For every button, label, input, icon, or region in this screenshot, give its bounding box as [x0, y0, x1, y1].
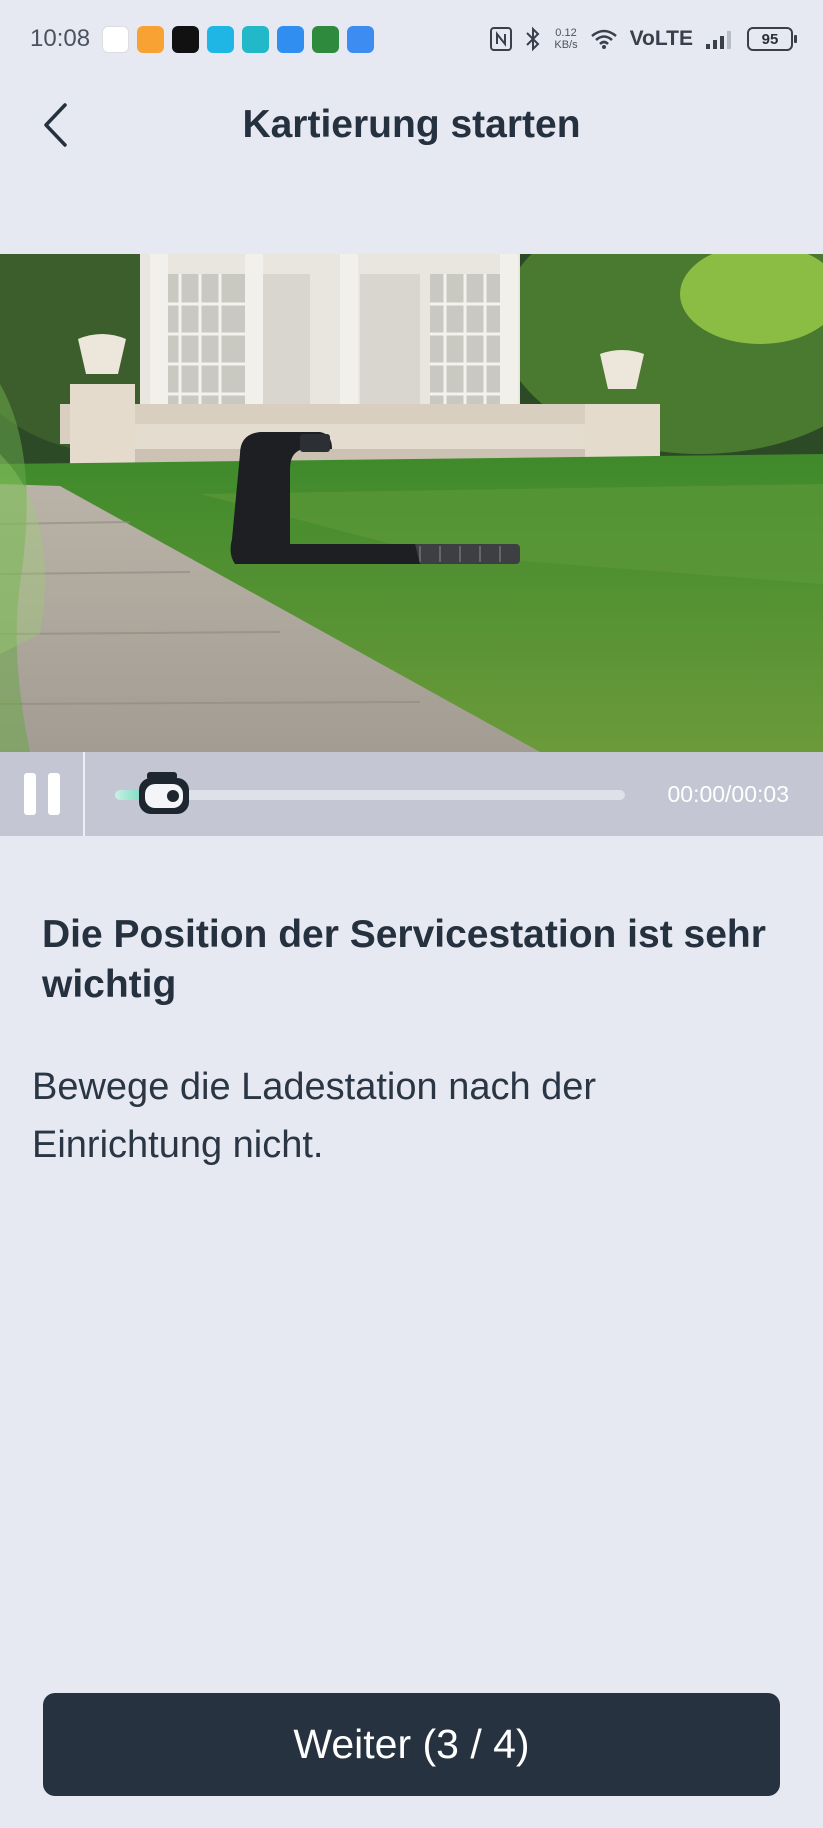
app-icon [277, 25, 305, 53]
network-type: VoLTE [629, 27, 693, 50]
next-button[interactable]: Weiter (3 / 4) [43, 1693, 780, 1796]
pause-icon [47, 773, 60, 815]
app-icon [137, 25, 165, 53]
signal-icon [706, 31, 731, 49]
pause-button[interactable] [0, 752, 85, 836]
app-icon [207, 25, 235, 53]
page-title: Kartierung starten [242, 103, 581, 146]
mower-thumb-icon[interactable] [137, 770, 191, 818]
battery-level: 95 [761, 30, 779, 48]
chevron-left-icon [44, 103, 67, 147]
info-description: Bewege die Ladestation nach der Einricht… [32, 1066, 597, 1166]
video-controls: 00:00/00:03 [0, 752, 823, 836]
app-icon [172, 25, 200, 53]
nfc-icon [490, 27, 513, 51]
net-speed: 0.12 KB/s [554, 27, 577, 51]
notification-icons [102, 25, 375, 53]
app-icon [347, 25, 375, 53]
app-icon [312, 25, 340, 53]
app-icon [242, 25, 270, 53]
video-player[interactable] [0, 254, 823, 752]
bluetooth-icon [526, 26, 540, 52]
status-indicators: 0.12 KB/s VoLTE 95 [490, 26, 797, 52]
status-bar: 10:08 0.12 KB/s VoLTE 95 [0, 0, 823, 78]
status-time: 10:08 [30, 25, 91, 52]
wifi-icon [590, 29, 617, 49]
pause-icon [23, 773, 36, 815]
net-speed-value: 0.12 [555, 27, 577, 39]
app-icon [102, 25, 130, 53]
info-title: Die Position der Servicestation ist sehr… [42, 913, 766, 1006]
net-speed-unit: KB/s [554, 39, 578, 51]
header: Kartierung starten [0, 80, 823, 170]
battery-indicator: 95 [747, 27, 797, 51]
video-time: 00:00/00:03 [667, 780, 789, 807]
video-frame [0, 254, 823, 752]
back-button[interactable] [30, 100, 80, 150]
progress-slider[interactable] [115, 752, 625, 836]
progress-track [115, 790, 625, 800]
